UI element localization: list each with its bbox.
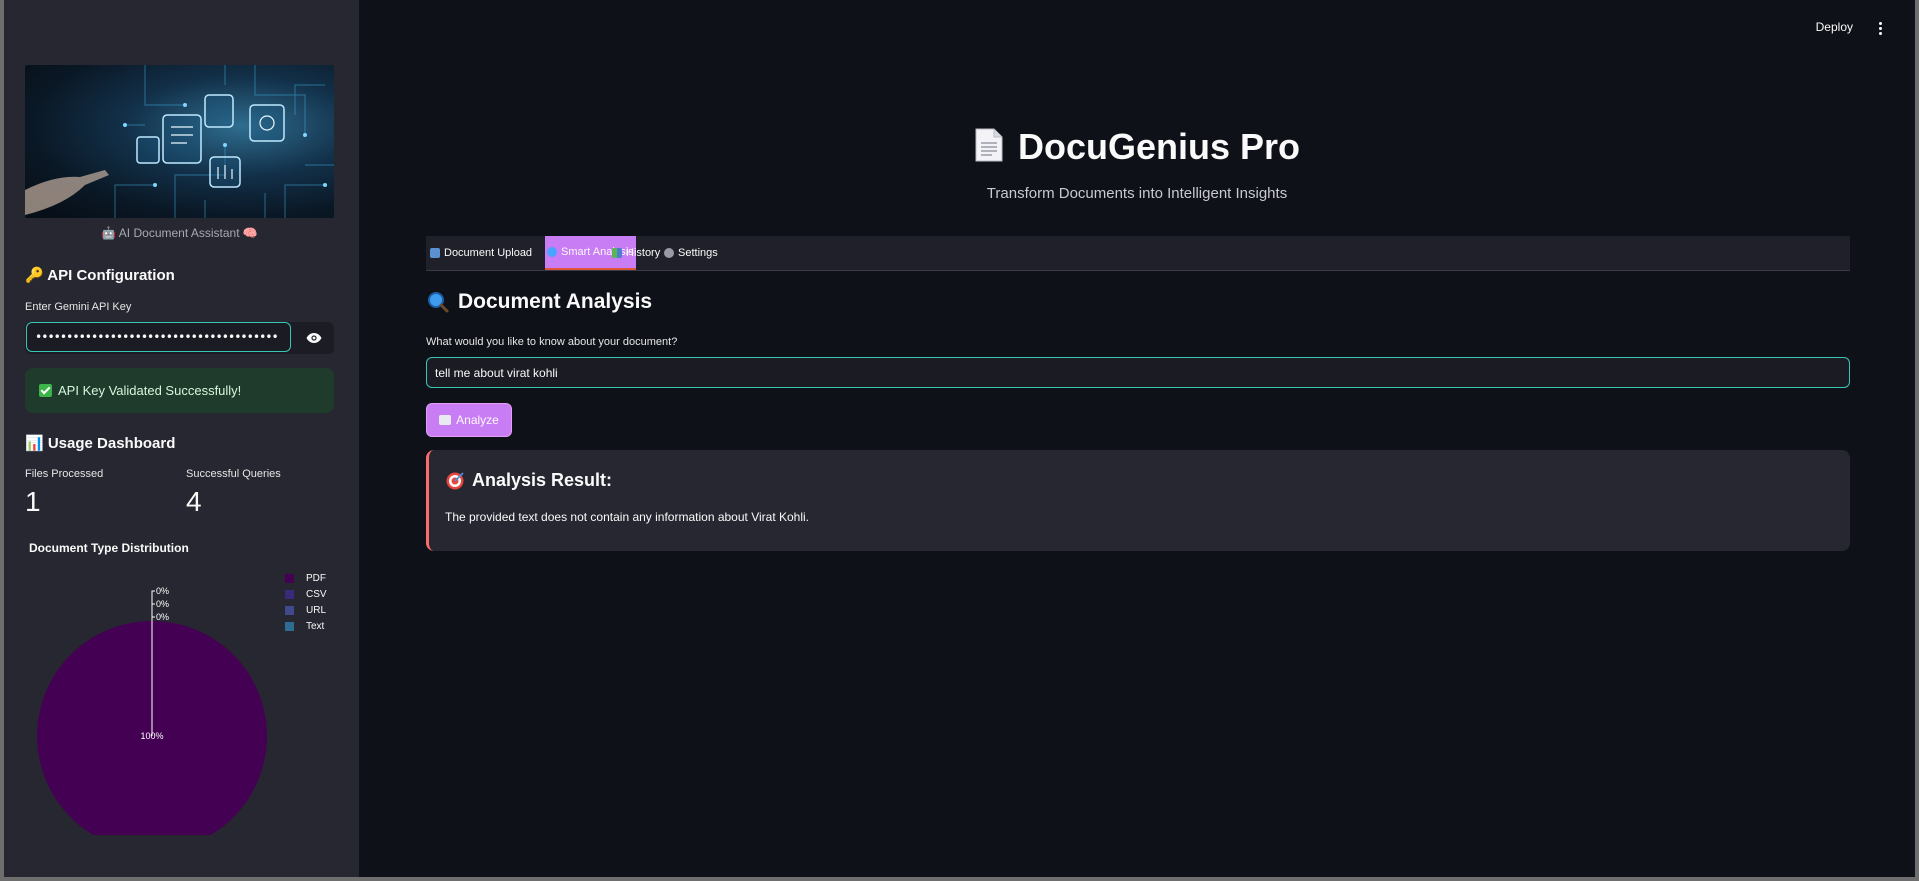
magnifier-icon [428, 292, 449, 313]
pie-slice-label: 0% [156, 586, 169, 596]
target-icon [446, 471, 464, 489]
legend-label: PDF [306, 572, 326, 584]
legend-swatch [285, 605, 294, 615]
toggle-visibility-button[interactable] [294, 322, 334, 354]
top-bar: Deploy [359, 0, 1915, 54]
legend-label: CSV [306, 588, 327, 600]
pie-chart-title: Document Type Distribution [29, 541, 189, 555]
tab-history[interactable]: History [610, 236, 662, 270]
legend-item: URL [285, 602, 327, 618]
sidebar-hero-image [25, 65, 334, 218]
metric-files-value: 1 [25, 486, 41, 517]
api-key-field-wrapper [25, 322, 334, 354]
tab-label: History [626, 247, 661, 259]
legend-item: CSV [285, 586, 327, 602]
check-icon [39, 384, 52, 397]
legend-label: Text [306, 620, 325, 632]
books-icon [612, 248, 622, 258]
inbox-tray-icon [430, 248, 440, 258]
robot-icon [439, 415, 452, 425]
api-key-input[interactable] [26, 322, 291, 352]
pie-leader-line [151, 616, 155, 621]
legend-item: PDF [285, 570, 327, 586]
section-title: Document Analysis [426, 290, 652, 314]
deploy-button[interactable]: Deploy [1816, 20, 1853, 34]
api-key-label: Enter Gemini API Key [25, 301, 132, 313]
metric-files-label: Files Processed [25, 468, 104, 480]
question-label: What would you like to know about your d… [426, 336, 678, 348]
sidebar: 🤖 AI Document Assistant 🧠 🔑 API Configur… [4, 0, 359, 877]
analyze-label: Analyze [456, 413, 499, 427]
main-menu-icon[interactable] [1873, 18, 1887, 38]
pie-slice-label: 0% [156, 599, 169, 609]
eye-icon [306, 333, 322, 343]
api-config-heading: 🔑 API Configuration [25, 267, 175, 284]
magnifier-icon [547, 247, 557, 257]
usage-dashboard-heading: 📊 Usage Dashboard [25, 435, 176, 452]
metric-queries-value: 4 [186, 486, 202, 517]
tab-settings[interactable]: Settings [662, 236, 720, 270]
tab-label: Settings [678, 247, 718, 259]
legend-swatch [285, 621, 294, 631]
api-success-alert: API Key Validated Successfully! [25, 368, 334, 413]
result-title-text: Analysis Result: [472, 470, 613, 490]
gear-icon [664, 248, 674, 258]
app-window: 🤖 AI Document Assistant 🧠 🔑 API Configur… [4, 0, 1915, 877]
analysis-result-card: Analysis Result: The provided text does … [426, 450, 1850, 551]
legend-swatch [285, 589, 294, 599]
result-text: The provided text does not contain any i… [445, 510, 810, 524]
pie-chart: 100% 0% 0% 0% [37, 586, 267, 835]
legend-item: Text [285, 618, 327, 634]
question-input[interactable] [426, 357, 1850, 388]
legend-swatch [285, 573, 294, 583]
api-success-text: API Key Validated Successfully! [58, 383, 242, 398]
analyze-button[interactable]: Analyze [426, 403, 512, 437]
main-content: DocuGenius Pro Transform Documents into … [359, 54, 1915, 877]
tab-document-upload[interactable]: Document Upload [428, 236, 534, 270]
result-title: Analysis Result: [445, 470, 612, 491]
section-title-text: Document Analysis [458, 290, 653, 313]
tab-label: Document Upload [444, 247, 533, 259]
sidebar-caption: 🤖 AI Document Assistant 🧠 [101, 226, 258, 240]
page-subtitle: Transform Documents into Intelligent Ins… [986, 185, 1288, 202]
metric-queries-label: Successful Queries [186, 468, 281, 480]
pie-slice-label: 100% [140, 731, 163, 741]
pie-slice-label: 0% [156, 612, 169, 622]
page-title-text: DocuGenius Pro [1017, 126, 1301, 167]
page-title: DocuGenius Pro [359, 126, 1915, 168]
legend-label: URL [306, 604, 327, 616]
document-icon [975, 128, 1003, 162]
tab-bar: Document Upload Smart Analysis History S… [426, 236, 1850, 271]
pie-legend: PDF CSV URL Text [285, 570, 327, 634]
